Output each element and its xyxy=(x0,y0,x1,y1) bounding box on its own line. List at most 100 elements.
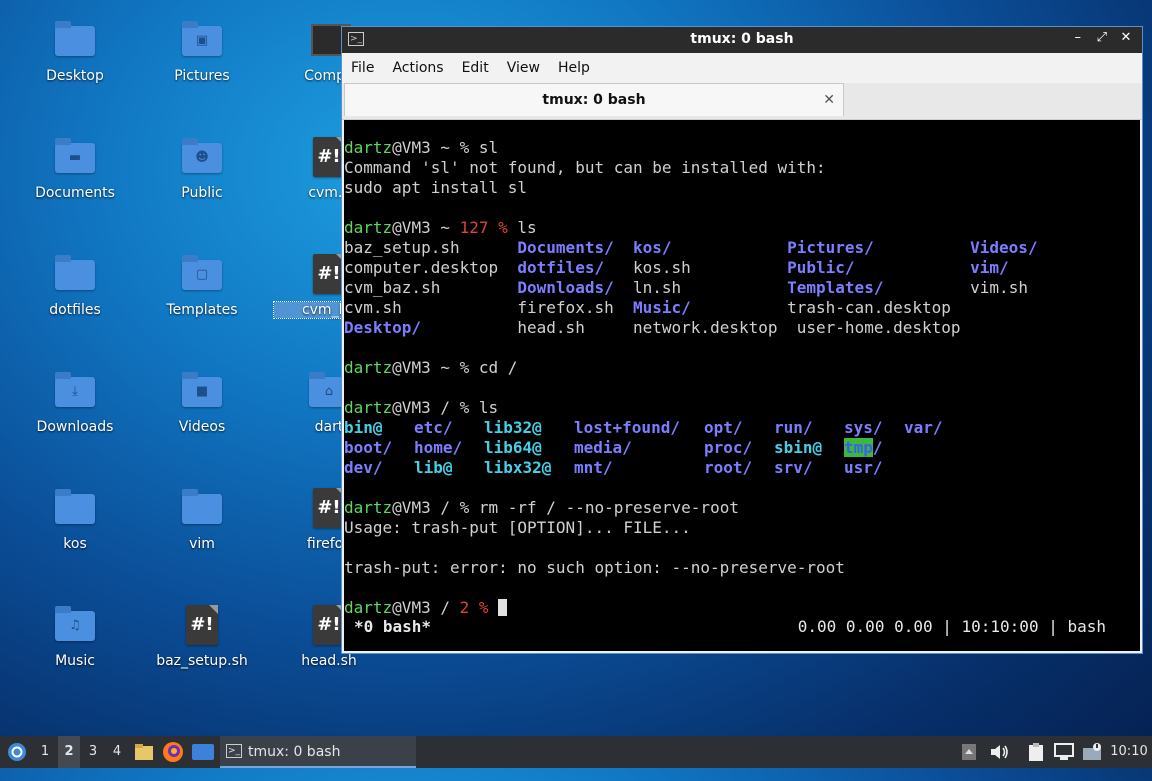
tab-bar: tmux: 0 bash ✕ xyxy=(342,83,1142,120)
desktop-icon-desktop[interactable]: Desktop xyxy=(20,0,130,90)
desktop-icon-label: baz_setup.sh xyxy=(156,653,248,669)
taskbar: 1 2 3 4 >_ tmux: 0 bash 10:10 xyxy=(0,736,1152,768)
workspace-4[interactable]: 4 xyxy=(106,736,128,768)
ls-row: Desktop/ head.sh network.desktop user-ho… xyxy=(344,318,961,337)
taskbar-task-tmux[interactable]: >_ tmux: 0 bash xyxy=(220,736,416,768)
desktop-icon-kos[interactable]: kos xyxy=(20,468,130,558)
ls-row: baz_setup.sh Documents/ kos/ Pictures/ V… xyxy=(344,238,1038,257)
terminal-output[interactable]: dartz@VM3 ~ % sl Command 'sl' not found,… xyxy=(344,120,1140,651)
desktop-icon-music[interactable]: ♫ Music xyxy=(20,585,130,675)
tmux-window-name[interactable]: *0 bash* xyxy=(354,617,431,637)
desktop-icon-label: Videos xyxy=(178,419,226,435)
desktop-icon-label: head.sh xyxy=(301,653,357,669)
firefox-launcher[interactable] xyxy=(162,736,186,768)
menu-actions[interactable]: Actions xyxy=(383,53,452,76)
desktop-icon xyxy=(192,744,214,760)
folder-icon: ♫ xyxy=(53,605,97,647)
menu-bar: File Actions Edit View Help xyxy=(342,53,1142,83)
terminal-window[interactable]: >_ tmux: 0 bash – ⤢ ✕ File Actions Edit Vie… xyxy=(341,26,1143,654)
ls-row: boot/home/lib64@ media/proc/sbin@ tmp/ xyxy=(344,438,883,457)
folder-icon: ■ xyxy=(180,371,224,413)
folder-icon: ▢ xyxy=(180,254,224,296)
lubuntu-logo-icon xyxy=(8,743,26,761)
desktop-icon-downloads[interactable]: ⤓ Downloads xyxy=(20,351,130,441)
task-label: tmux: 0 bash xyxy=(248,744,341,760)
network-icon[interactable] xyxy=(1054,736,1078,768)
desktop-icon-dotfiles[interactable]: dotfiles xyxy=(20,234,130,324)
close-button[interactable]: ✕ xyxy=(1116,30,1136,45)
ls-row: cvm_baz.sh Downloads/ ln.sh Templates/ v… xyxy=(344,278,1028,297)
workspace-3[interactable]: 3 xyxy=(82,736,104,768)
folder-icon: ▬ xyxy=(53,137,97,179)
tab-close-icon[interactable]: ✕ xyxy=(823,84,835,116)
desktop-icon-label: kos xyxy=(63,536,87,552)
output-line: sudo apt install sl xyxy=(344,178,528,197)
workspace-2[interactable]: 2 xyxy=(58,736,80,768)
ls-row: cvm.sh firefox.sh Music/ trash-can.deskt… xyxy=(344,298,951,317)
desktop-icon-documents[interactable]: ▬ Documents xyxy=(20,117,130,207)
desktop-icon-label: vim xyxy=(189,536,215,552)
title-bar[interactable]: >_ tmux: 0 bash – ⤢ ✕ xyxy=(342,27,1142,53)
tray-up-arrow-icon[interactable] xyxy=(962,736,982,768)
prompt-line: dartz@VM3 / % ls xyxy=(344,398,499,417)
desktop-icon-templates[interactable]: ▢ Templates xyxy=(147,234,257,324)
prompt-line: dartz@VM3 ~ % cd / xyxy=(344,358,518,377)
desktop-icon-label: Public xyxy=(181,185,223,201)
file-manager-launcher[interactable] xyxy=(134,736,156,768)
folder-icon xyxy=(53,488,97,530)
tab-tmux[interactable]: tmux: 0 bash ✕ xyxy=(344,83,844,116)
firefox-icon xyxy=(163,742,183,762)
file-manager-icon xyxy=(135,744,153,760)
window-title: tmux: 0 bash xyxy=(690,31,794,47)
folder-icon xyxy=(53,20,97,62)
folder-icon xyxy=(180,488,224,530)
desktop-icon-baz-setup-sh[interactable]: #! baz_setup.sh xyxy=(147,585,257,675)
minimize-button[interactable]: – xyxy=(1068,30,1088,45)
folder-icon xyxy=(53,254,97,296)
terminal-icon: >_ xyxy=(226,744,242,758)
desktop-icon-videos[interactable]: ■ Videos xyxy=(147,351,257,441)
desktop-icon-label: Pictures xyxy=(174,68,230,84)
app-menu-button[interactable] xyxy=(4,736,30,768)
tmux-status-info: 0.00 0.00 0.00 | 10:10:00 | bash xyxy=(797,617,1106,636)
tab-label: tmux: 0 bash xyxy=(542,92,646,108)
menu-edit[interactable]: Edit xyxy=(453,53,498,76)
show-desktop-button[interactable] xyxy=(192,736,216,768)
terminal-cursor xyxy=(498,599,508,616)
maximize-button[interactable]: ⤢ xyxy=(1092,30,1112,45)
output-line: trash-put: error: no such option: --no-p… xyxy=(344,558,845,577)
desktop-icon-label: dotfiles xyxy=(49,302,101,318)
output-line: Usage: trash-put [OPTION]... FILE... xyxy=(344,518,691,537)
folder-icon: ⤓ xyxy=(53,371,97,413)
clock[interactable]: 10:10 xyxy=(1110,736,1148,768)
desktop-icon-pictures[interactable]: ▣ Pictures xyxy=(147,0,257,90)
desktop-icon-vim[interactable]: vim xyxy=(147,468,257,558)
menu-help[interactable]: Help xyxy=(549,53,599,76)
desktop-icon-public[interactable]: ☻ Public xyxy=(147,117,257,207)
output-line: Command 'sl' not found, but can be insta… xyxy=(344,158,826,177)
prompt-line: dartz@VM3 / % rm -rf / --no-preserve-roo… xyxy=(344,498,739,517)
clipboard-icon[interactable] xyxy=(1028,736,1050,768)
notification-icon[interactable] xyxy=(1082,736,1106,768)
prompt-line-current: dartz@VM3 / 2 % xyxy=(344,598,1140,618)
folder-icon: ☻ xyxy=(180,137,224,179)
tmux-status-bar: *0 bash* 0.00 0.00 0.00 | 10:10:00 | bas… xyxy=(344,617,1140,637)
desktop-icon-label: Music xyxy=(55,653,95,669)
folder-icon: ▣ xyxy=(180,20,224,62)
workspace-1[interactable]: 1 xyxy=(34,736,56,768)
menu-file[interactable]: File xyxy=(342,53,383,76)
volume-icon[interactable] xyxy=(990,736,1012,768)
ls-row: computer.desktop dotfiles/ kos.sh Public… xyxy=(344,258,1009,277)
desktop-icon-label: Desktop xyxy=(46,68,104,84)
menu-view[interactable]: View xyxy=(498,53,549,76)
script-file-icon: #! xyxy=(180,605,224,647)
ls-row: dev/lib@ libx32@ mnt/root/srv/usr/ xyxy=(344,458,883,477)
prompt-line: dartz@VM3 ~ 127 % ls xyxy=(344,218,537,237)
desktop-icon-label: Templates xyxy=(166,302,238,318)
